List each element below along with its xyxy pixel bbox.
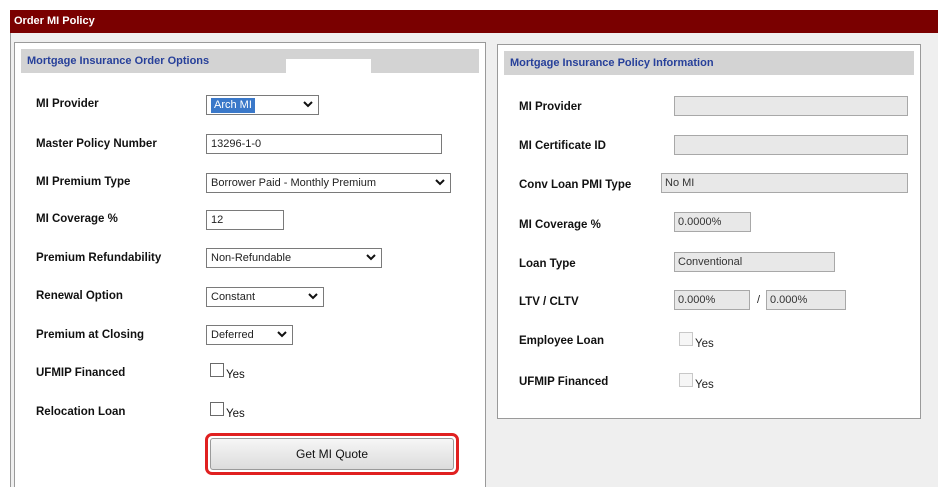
premium-refundability-label: Premium Refundability [36, 252, 162, 264]
get-mi-quote-highlight: Get MI Quote [205, 433, 459, 475]
chevron-down-icon [306, 289, 320, 305]
relocation-loan-checkbox-group: Yes [210, 402, 245, 420]
pi-ufmip-financed-label: UFMIP Financed [519, 376, 609, 388]
relocation-loan-yes-label: Yes [226, 408, 245, 420]
pi-ltv-cltv-label: LTV / CLTV [519, 296, 579, 308]
pi-employee-loan-yes-label: Yes [695, 338, 714, 350]
pi-ufmip-financed-checkbox [679, 373, 693, 387]
chevron-down-icon [301, 97, 315, 113]
pi-loan-type-label: Loan Type [519, 258, 576, 270]
mi-coverage-label: MI Coverage % [36, 213, 118, 225]
order-options-header: Mortgage Insurance Order Options [21, 49, 479, 73]
order-options-panel: Mortgage Insurance Order Options MI Prov… [14, 42, 486, 487]
policy-info-panel: Mortgage Insurance Policy Information MI… [497, 44, 921, 419]
renewal-option-label: Renewal Option [36, 290, 123, 302]
pi-conv-loan-pmi-type-label: Conv Loan PMI Type [519, 179, 632, 191]
master-policy-number-input[interactable]: 13296-1-0 [206, 134, 442, 154]
policy-info-header: Mortgage Insurance Policy Information [504, 51, 914, 75]
get-mi-quote-button[interactable]: Get MI Quote [210, 438, 454, 470]
ufmip-financed-checkbox[interactable] [210, 363, 224, 377]
premium-refundability-value: Non-Refundable [211, 252, 292, 264]
redaction-box [285, 411, 320, 429]
renewal-option-value: Constant [211, 291, 256, 303]
pi-cltv-field: 0.000% [766, 290, 846, 310]
pi-mi-provider-label: MI Provider [519, 101, 582, 113]
premium-at-closing-select[interactable]: Deferred [206, 325, 293, 345]
chevron-down-icon [433, 175, 447, 191]
chevron-down-icon [364, 250, 378, 266]
relocation-loan-checkbox[interactable] [210, 402, 224, 416]
premium-refundability-select[interactable]: Non-Refundable [206, 248, 382, 268]
redaction-box [328, 409, 351, 429]
pi-employee-loan-label: Employee Loan [519, 335, 604, 347]
mi-provider-label: MI Provider [36, 98, 99, 110]
redaction-box [286, 59, 371, 79]
policy-info-header-text: Mortgage Insurance Policy Information [510, 57, 714, 69]
pi-conv-loan-pmi-type-field: No MI [661, 173, 908, 193]
ufmip-financed-label: UFMIP Financed [36, 367, 126, 379]
pi-employee-loan-checkbox [679, 332, 693, 346]
window-title-bar: Order MI Policy [10, 10, 938, 33]
pi-mi-certificate-id-field [674, 135, 908, 155]
pi-ufmip-financed-checkbox-group: Yes [679, 373, 714, 391]
ufmip-financed-yes-label: Yes [226, 369, 245, 381]
renewal-option-select[interactable]: Constant [206, 287, 324, 307]
pi-mi-coverage-label: MI Coverage % [519, 219, 601, 231]
pi-ltv-cltv-separator: / [757, 294, 761, 306]
pi-ltv-field: 0.000% [674, 290, 750, 310]
pi-loan-type-field: Conventional [674, 252, 835, 272]
ufmip-financed-checkbox-group: Yes [210, 363, 245, 381]
relocation-loan-label: Relocation Loan [36, 406, 126, 418]
mi-premium-type-label: MI Premium Type [36, 176, 131, 188]
mi-premium-type-value: Borrower Paid - Monthly Premium [211, 177, 377, 189]
premium-at-closing-label: Premium at Closing [36, 329, 144, 341]
mi-provider-select[interactable]: Arch MI [206, 95, 319, 115]
pi-employee-loan-checkbox-group: Yes [679, 332, 714, 350]
mi-coverage-input[interactable]: 12 [206, 210, 284, 230]
pi-mi-coverage-field: 0.0000% [674, 212, 751, 232]
pi-mi-provider-field [674, 96, 908, 116]
master-policy-number-label: Master Policy Number [36, 138, 157, 150]
order-options-header-text: Mortgage Insurance Order Options [27, 55, 210, 67]
pi-mi-certificate-id-label: MI Certificate ID [519, 140, 606, 152]
window-title: Order MI Policy [14, 15, 95, 27]
premium-at-closing-value: Deferred [211, 329, 254, 341]
mi-premium-type-select[interactable]: Borrower Paid - Monthly Premium [206, 173, 451, 193]
pi-ufmip-financed-yes-label: Yes [695, 379, 714, 391]
mi-provider-value: Arch MI [211, 98, 255, 113]
chevron-down-icon [275, 327, 289, 343]
